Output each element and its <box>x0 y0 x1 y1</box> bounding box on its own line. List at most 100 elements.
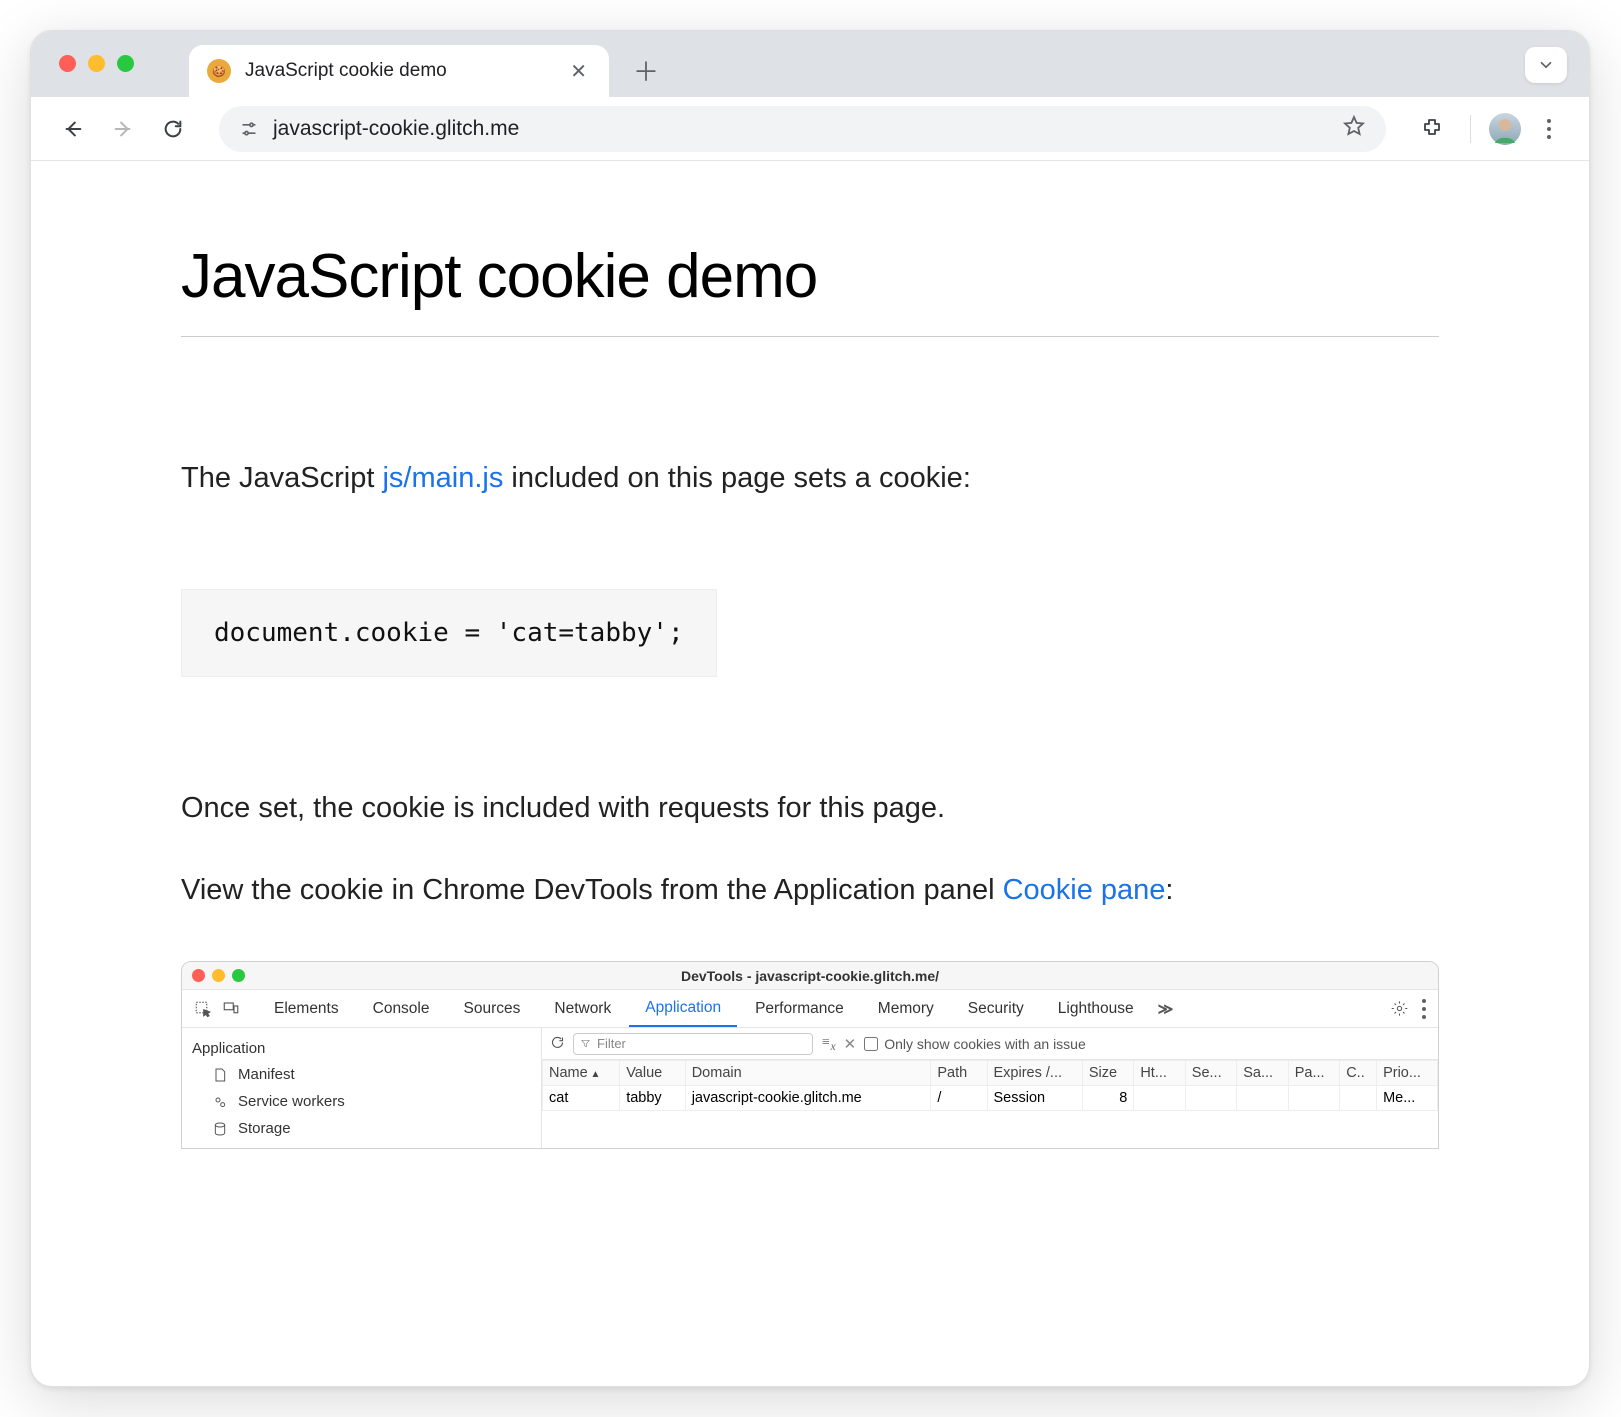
dt-filter-input[interactable]: Filter <box>573 1033 813 1055</box>
address-bar[interactable]: javascript-cookie.glitch.me <box>219 106 1386 152</box>
new-tab-button[interactable]: ＋ <box>625 49 667 91</box>
dt-close-icon <box>192 969 205 982</box>
tab-close-button[interactable]: ✕ <box>566 55 591 88</box>
devtools-screenshot: DevTools - javascript-cookie.glitch.me/ … <box>181 961 1439 1149</box>
dt-tab-security[interactable]: Security <box>952 992 1040 1026</box>
dt-sidebar-service-workers[interactable]: Service workers <box>182 1088 541 1115</box>
devtools-menu-button[interactable] <box>1422 999 1426 1019</box>
window-zoom-button[interactable] <box>117 55 134 72</box>
th-name[interactable]: Name <box>543 1061 620 1086</box>
p3-suffix: : <box>1165 874 1173 906</box>
th-domain[interactable]: Domain <box>685 1061 931 1086</box>
gear-icon[interactable] <box>1391 1000 1408 1017</box>
reload-button[interactable] <box>153 109 193 149</box>
th-partition[interactable]: Pa... <box>1288 1061 1339 1086</box>
dt-filter-bar: Filter ≡x ✕ Only show cookies with an is… <box>542 1028 1438 1060</box>
site-settings-icon[interactable] <box>239 119 259 139</box>
th-samesite[interactable]: Sa... <box>1237 1061 1288 1086</box>
window-traffic-lights[interactable] <box>59 55 134 72</box>
dt-sidebar-sw-label: Service workers <box>238 1093 345 1110</box>
dt-only-issue-input[interactable] <box>864 1037 878 1051</box>
th-http[interactable]: Ht... <box>1134 1061 1185 1086</box>
profile-avatar[interactable] <box>1489 113 1521 145</box>
browser-tab[interactable]: 🍪 JavaScript cookie demo ✕ <box>189 45 609 97</box>
th-expires[interactable]: Expires /... <box>987 1061 1082 1086</box>
devtools-tabbar: Elements Console Sources Network Applica… <box>182 990 1438 1028</box>
chevron-down-icon <box>1537 56 1555 74</box>
extensions-button[interactable] <box>1412 109 1452 149</box>
th-value[interactable]: Value <box>620 1061 686 1086</box>
dt-refresh-button[interactable] <box>550 1035 565 1053</box>
cookies-header-row: Name Value Domain Path Expires /... Size… <box>543 1061 1438 1086</box>
cell-prio: Me... <box>1377 1086 1438 1111</box>
devtools-main: Filter ≡x ✕ Only show cookies with an is… <box>542 1028 1438 1148</box>
dt-sidebar-heading: Application <box>182 1036 541 1061</box>
intro-paragraph: The JavaScript js/main.js included on th… <box>181 457 1439 499</box>
cell-http <box>1134 1086 1185 1111</box>
mainjs-link[interactable]: js/main.js <box>382 462 503 494</box>
cell-same <box>1237 1086 1288 1111</box>
dt-tabs-overflow[interactable]: ≫ <box>1158 1000 1175 1018</box>
devtools-traffic-lights <box>192 969 245 982</box>
dt-tab-memory[interactable]: Memory <box>862 992 950 1026</box>
devtools-inspect-tools[interactable] <box>194 1000 240 1018</box>
dt-only-issue-checkbox[interactable]: Only show cookies with an issue <box>864 1036 1086 1052</box>
th-size[interactable]: Size <box>1082 1061 1133 1086</box>
inspect-icon <box>194 1000 212 1018</box>
dt-sidebar-storage[interactable]: Storage <box>182 1115 541 1142</box>
dt-sidebar-manifest[interactable]: Manifest <box>182 1061 541 1088</box>
cell-value: tabby <box>620 1086 686 1111</box>
page-viewport[interactable]: JavaScript cookie demo The JavaScript js… <box>31 161 1589 1386</box>
dt-tab-performance[interactable]: Performance <box>739 992 860 1026</box>
th-secure[interactable]: Se... <box>1185 1061 1236 1086</box>
cookie-pane-link[interactable]: Cookie pane <box>1003 874 1166 906</box>
tab-search-dropdown[interactable] <box>1525 47 1567 83</box>
devtools-sidebar: Application Manifest Service workers Sto… <box>182 1028 542 1148</box>
nav-back-button[interactable] <box>53 109 93 149</box>
cell-domain: javascript-cookie.glitch.me <box>685 1086 931 1111</box>
window-close-button[interactable] <box>59 55 76 72</box>
cell-path: / <box>931 1086 987 1111</box>
th-path[interactable]: Path <box>931 1061 987 1086</box>
tab-strip: 🍪 JavaScript cookie demo ✕ ＋ <box>31 31 1589 97</box>
dt-tab-sources[interactable]: Sources <box>448 992 537 1026</box>
dt-tab-console[interactable]: Console <box>357 992 446 1026</box>
cookie-row[interactable]: cat tabby javascript-cookie.glitch.me / … <box>543 1086 1438 1111</box>
cell-name: cat <box>543 1086 620 1111</box>
dt-sidebar-storage-label: Storage <box>238 1120 291 1137</box>
page-heading: JavaScript cookie demo <box>181 241 1439 337</box>
puzzle-icon <box>1420 117 1444 141</box>
nav-forward-button[interactable] <box>103 109 143 149</box>
th-priority[interactable]: Prio... <box>1377 1061 1438 1086</box>
window-minimize-button[interactable] <box>88 55 105 72</box>
bookmark-star-button[interactable] <box>1342 114 1366 143</box>
dt-only-issue-label: Only show cookies with an issue <box>884 1036 1086 1052</box>
arrow-right-icon <box>112 118 134 140</box>
dt-filter-placeholder: Filter <box>597 1036 626 1051</box>
tune-icon <box>239 119 259 139</box>
cell-expires: Session <box>987 1086 1082 1111</box>
star-icon <box>1342 114 1366 138</box>
device-icon <box>222 1000 240 1018</box>
paragraph-explain: Once set, the cookie is included with re… <box>181 787 1439 829</box>
dt-tab-elements[interactable]: Elements <box>258 992 355 1026</box>
refresh-icon <box>550 1035 565 1050</box>
cell-secure <box>1185 1086 1236 1111</box>
devtools-titlebar: DevTools - javascript-cookie.glitch.me/ <box>182 962 1438 990</box>
th-crosssite[interactable]: C.. <box>1340 1061 1377 1086</box>
dt-tab-application[interactable]: Application <box>629 991 737 1027</box>
devtools-title: DevTools - javascript-cookie.glitch.me/ <box>681 968 939 984</box>
dt-filter-expression-icon[interactable]: ≡x <box>821 1035 836 1053</box>
paragraph-devtools: View the cookie in Chrome DevTools from … <box>181 869 1439 911</box>
reload-icon <box>162 118 184 140</box>
dt-min-icon <box>212 969 225 982</box>
browser-menu-button[interactable] <box>1531 111 1567 147</box>
code-block: document.cookie = 'cat=tabby'; <box>181 589 717 677</box>
tab-title: JavaScript cookie demo <box>245 60 552 82</box>
tab-favicon-cookie-icon: 🍪 <box>207 59 231 83</box>
dt-sidebar-manifest-label: Manifest <box>238 1066 295 1083</box>
dt-tab-network[interactable]: Network <box>538 992 627 1026</box>
cookies-table: Name Value Domain Path Expires /... Size… <box>542 1060 1438 1111</box>
dt-tab-lighthouse[interactable]: Lighthouse <box>1042 992 1150 1026</box>
dt-clear-button[interactable]: ✕ <box>844 1035 857 1053</box>
